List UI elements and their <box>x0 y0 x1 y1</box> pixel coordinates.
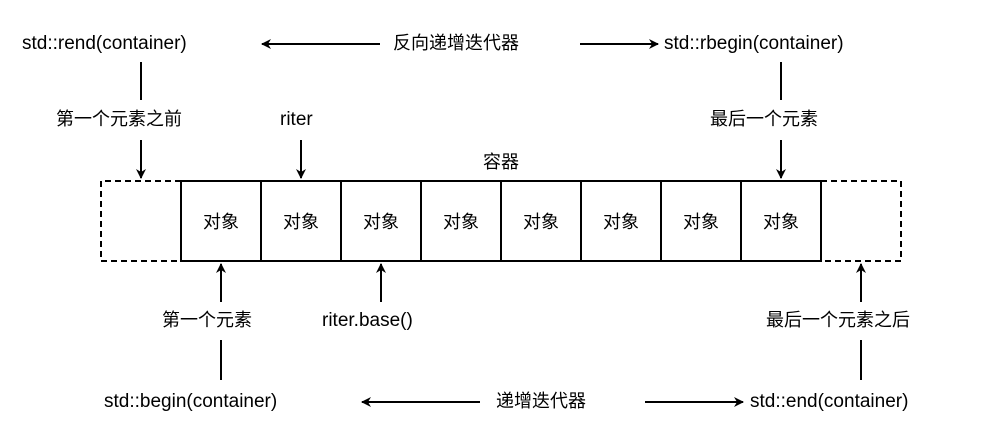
cell-object: 对象 <box>603 212 639 233</box>
cell-object: 对象 <box>203 212 239 233</box>
first-element-label: 第一个元素 <box>162 310 252 331</box>
cell-object: 对象 <box>763 212 799 233</box>
container-title: 容器 <box>483 152 519 173</box>
cell-object: 对象 <box>443 212 479 233</box>
before-first-label: 第一个元素之前 <box>56 109 182 130</box>
cell-object: 对象 <box>363 212 399 233</box>
cell-object: 对象 <box>283 212 319 233</box>
cell-object: 对象 <box>683 212 719 233</box>
cell-object: 对象 <box>523 212 559 233</box>
rend-label: std::rend(container) <box>22 33 187 54</box>
end-label: std::end(container) <box>750 391 909 412</box>
riter-label: riter <box>280 109 313 130</box>
last-element-label: 最后一个元素 <box>710 109 818 130</box>
after-last-label: 最后一个元素之后 <box>766 310 910 331</box>
after-last-dashed-box <box>821 180 902 262</box>
riter-base-label: riter.base() <box>322 310 413 331</box>
forward-iterator-label: 递增迭代器 <box>496 391 586 412</box>
begin-label: std::begin(container) <box>104 391 278 412</box>
before-first-dashed-box <box>100 180 181 262</box>
rbegin-label: std::rbegin(container) <box>664 33 844 54</box>
reverse-iterator-label: 反向递增迭代器 <box>393 33 519 54</box>
